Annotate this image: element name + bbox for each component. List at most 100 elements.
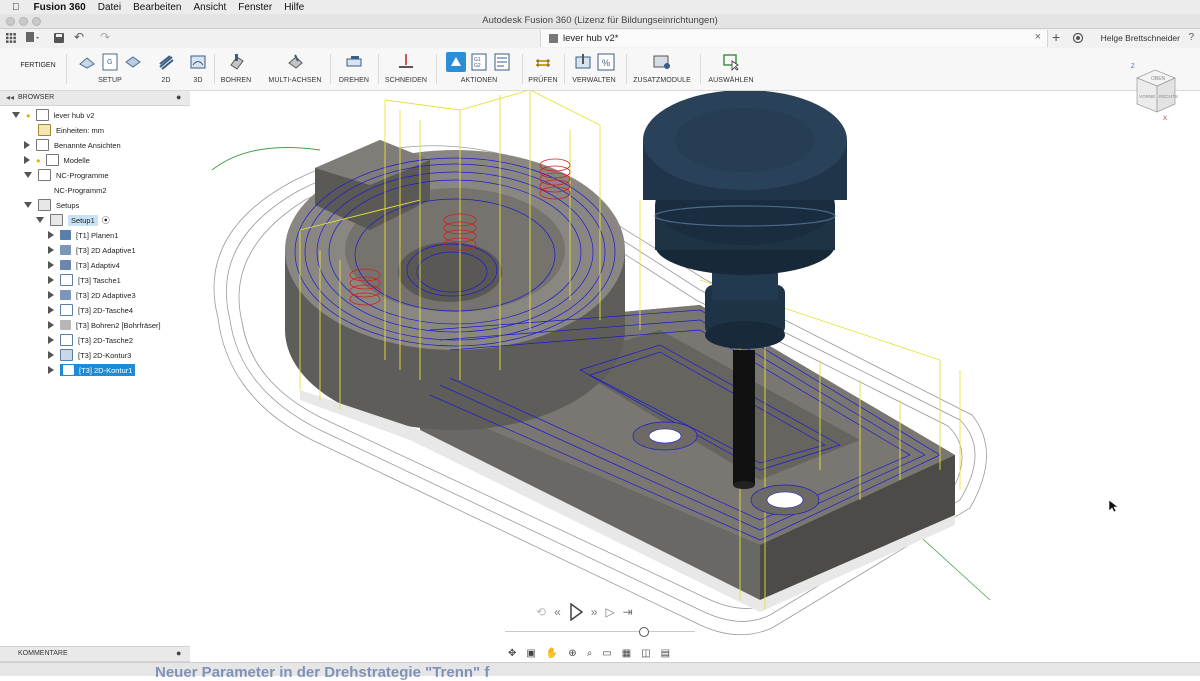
drill-icon[interactable] xyxy=(226,52,246,72)
undo-icon[interactable]: ↶ xyxy=(74,30,84,44)
tree-item-named-views[interactable]: Benannte Ansichten xyxy=(24,138,121,152)
ribbon-group-pruefen[interactable]: PRÜFEN xyxy=(526,50,560,88)
expand-caret-icon[interactable] xyxy=(36,217,44,223)
go-to-start-icon[interactable]: ⟲ xyxy=(536,605,546,619)
orbit-icon[interactable]: ✥ xyxy=(508,648,516,659)
expand-caret-icon[interactable] xyxy=(48,321,54,329)
step-back-icon[interactable]: « xyxy=(554,605,561,619)
help-icon[interactable]: ? xyxy=(1188,32,1194,43)
templates-icon[interactable]: % xyxy=(596,52,616,72)
menu-hilfe[interactable]: Hilfe xyxy=(284,2,304,13)
comments-panel[interactable]: KOMMENTARE ● xyxy=(0,646,190,662)
close-tab-icon[interactable]: × xyxy=(1035,31,1041,43)
expand-caret-icon[interactable] xyxy=(24,141,30,149)
stock-icon[interactable] xyxy=(123,52,143,72)
menu-fenster[interactable]: Fenster xyxy=(238,2,272,13)
expand-caret-icon[interactable] xyxy=(24,172,32,178)
ribbon-group-bohren[interactable]: BOHREN xyxy=(218,50,254,88)
timeline-slider-handle[interactable] xyxy=(639,627,649,637)
timeline-slider-track[interactable] xyxy=(505,631,695,632)
tool-library-icon[interactable] xyxy=(573,52,593,72)
turning-icon[interactable] xyxy=(344,52,364,72)
viewcube[interactable]: OBEN VORNE RECHTS Z X xyxy=(1125,60,1185,122)
display-settings-icon[interactable]: ▭ xyxy=(602,648,611,659)
expand-caret-icon[interactable] xyxy=(48,351,54,359)
post-process-icon[interactable]: G1 G2 xyxy=(469,52,489,72)
grid-settings-icon[interactable]: ▦ xyxy=(622,648,631,659)
save-icon[interactable] xyxy=(54,33,64,43)
tree-item-operation[interactable]: [T3] Tasche1 xyxy=(48,273,121,287)
ribbon-group-multi-achsen[interactable]: MULTI-ACHSEN xyxy=(264,50,326,88)
collapse-arrows-icon[interactable]: ◂◂ xyxy=(6,93,14,102)
document-tab[interactable]: lever hub v2* × xyxy=(540,30,1048,47)
lightbulb-icon[interactable]: ● xyxy=(26,111,31,120)
expand-caret-icon[interactable] xyxy=(48,276,54,284)
expand-caret-icon[interactable] xyxy=(48,366,54,374)
cutting-icon[interactable] xyxy=(396,52,416,72)
browser-pin-icon[interactable]: ● xyxy=(176,92,181,102)
expand-caret-icon[interactable] xyxy=(24,156,30,164)
setup-sheet-icon[interactable]: G xyxy=(100,52,120,72)
comments-toggle-icon[interactable]: ● xyxy=(176,648,181,658)
app-menu[interactable]: Fusion 360 xyxy=(34,2,86,13)
file-menu-icon[interactable] xyxy=(26,32,40,44)
tree-item-setups[interactable]: Setups xyxy=(24,198,79,212)
viewports-icon[interactable]: ◫ xyxy=(641,648,650,659)
pan-icon[interactable]: ✋ xyxy=(546,648,558,659)
expand-caret-icon[interactable] xyxy=(48,336,54,344)
ribbon-group-auswaehlen[interactable]: AUSWÄHLEN xyxy=(704,50,758,88)
ribbon-group-drehen[interactable]: DREHEN xyxy=(336,50,372,88)
tree-item-operation[interactable]: [T3] 2D-Tasche4 xyxy=(48,303,133,317)
menu-datei[interactable]: Datei xyxy=(98,2,121,13)
expand-caret-icon[interactable] xyxy=(48,231,54,239)
expand-caret-icon[interactable] xyxy=(48,246,54,254)
tree-item-operation[interactable]: [T3] 2D Adaptive1 xyxy=(48,243,136,257)
tree-item-operation[interactable]: [T3] 2D Adaptive3 xyxy=(48,288,136,302)
inspect-icon[interactable] xyxy=(533,52,553,72)
setup-icon[interactable] xyxy=(77,52,97,72)
ribbon-group-zusatzmodule[interactable]: ZUSATZMODULE xyxy=(630,50,694,88)
tree-item-operation[interactable]: [T3] 2D-Tasche2 xyxy=(48,333,133,347)
simulate-icon[interactable] xyxy=(446,52,466,72)
data-panel-grid-icon[interactable] xyxy=(6,33,16,43)
menu-ansicht[interactable]: Ansicht xyxy=(193,2,226,13)
ribbon-group-setup[interactable]: G SETUP xyxy=(72,50,148,88)
apple-menu-icon[interactable]:  xyxy=(12,2,20,13)
expand-caret-icon[interactable] xyxy=(48,291,54,299)
ribbon-group-schneiden[interactable]: SCHNEIDEN xyxy=(382,50,430,88)
step-forward-icon[interactable]: » xyxy=(591,605,598,619)
new-tab-icon[interactable]: + xyxy=(1052,29,1060,45)
setup-sheet-action-icon[interactable] xyxy=(492,52,512,72)
job-status-icon[interactable] xyxy=(1073,33,1083,43)
ribbon-group-3d[interactable]: 3D xyxy=(186,50,210,88)
expand-caret-icon[interactable] xyxy=(24,202,32,208)
tree-item-document[interactable]: ● lever hub v2 xyxy=(12,108,94,122)
menu-bearbeiten[interactable]: Bearbeiten xyxy=(133,2,181,13)
tree-item-models[interactable]: ● Modelle xyxy=(24,153,90,167)
select-icon[interactable] xyxy=(721,52,741,72)
next-operation-icon[interactable]: ⇥ xyxy=(623,605,633,619)
environment-icon[interactable]: ▤ xyxy=(661,648,670,659)
ribbon-group-aktionen[interactable]: G1 G2 AKTIONEN xyxy=(440,50,518,88)
ribbon-group-2d[interactable]: 2D xyxy=(154,50,178,88)
user-account-menu[interactable]: Helge Brettschneider xyxy=(1101,33,1180,43)
2d-milling-icon[interactable] xyxy=(156,52,176,72)
lightbulb-icon[interactable]: ● xyxy=(36,156,41,165)
tree-item-setup1[interactable]: Setup1 ⦿ xyxy=(36,213,110,227)
expand-caret-icon[interactable] xyxy=(12,112,20,118)
multi-axis-icon[interactable] xyxy=(285,52,305,72)
tree-item-operation[interactable]: [T3] Adaptiv4 xyxy=(48,258,120,272)
redo-icon[interactable]: ↷ xyxy=(100,30,110,44)
expand-caret-icon[interactable] xyxy=(48,261,54,269)
ribbon-group-verwalten[interactable]: % VERWALTEN xyxy=(568,50,620,88)
zoom-icon[interactable]: ⊕ xyxy=(568,648,576,659)
go-to-end-icon[interactable]: ▷ xyxy=(605,605,614,619)
tree-item-operation-selected[interactable]: [T3] 2D-Kontur1 xyxy=(48,363,136,377)
tree-item-operation[interactable]: [T1] Planen1 xyxy=(48,228,119,242)
tree-item-nc-programs[interactable]: NC-Programme xyxy=(24,168,109,182)
tree-item-operation[interactable]: [T3] 2D-Kontur3 xyxy=(48,348,131,362)
active-setup-icon[interactable]: ⦿ xyxy=(102,215,110,226)
expand-caret-icon[interactable] xyxy=(48,306,54,314)
addins-icon[interactable] xyxy=(652,52,672,72)
tree-item-operation[interactable]: [T3] Bohren2 [Bohrfräser] xyxy=(48,318,161,332)
